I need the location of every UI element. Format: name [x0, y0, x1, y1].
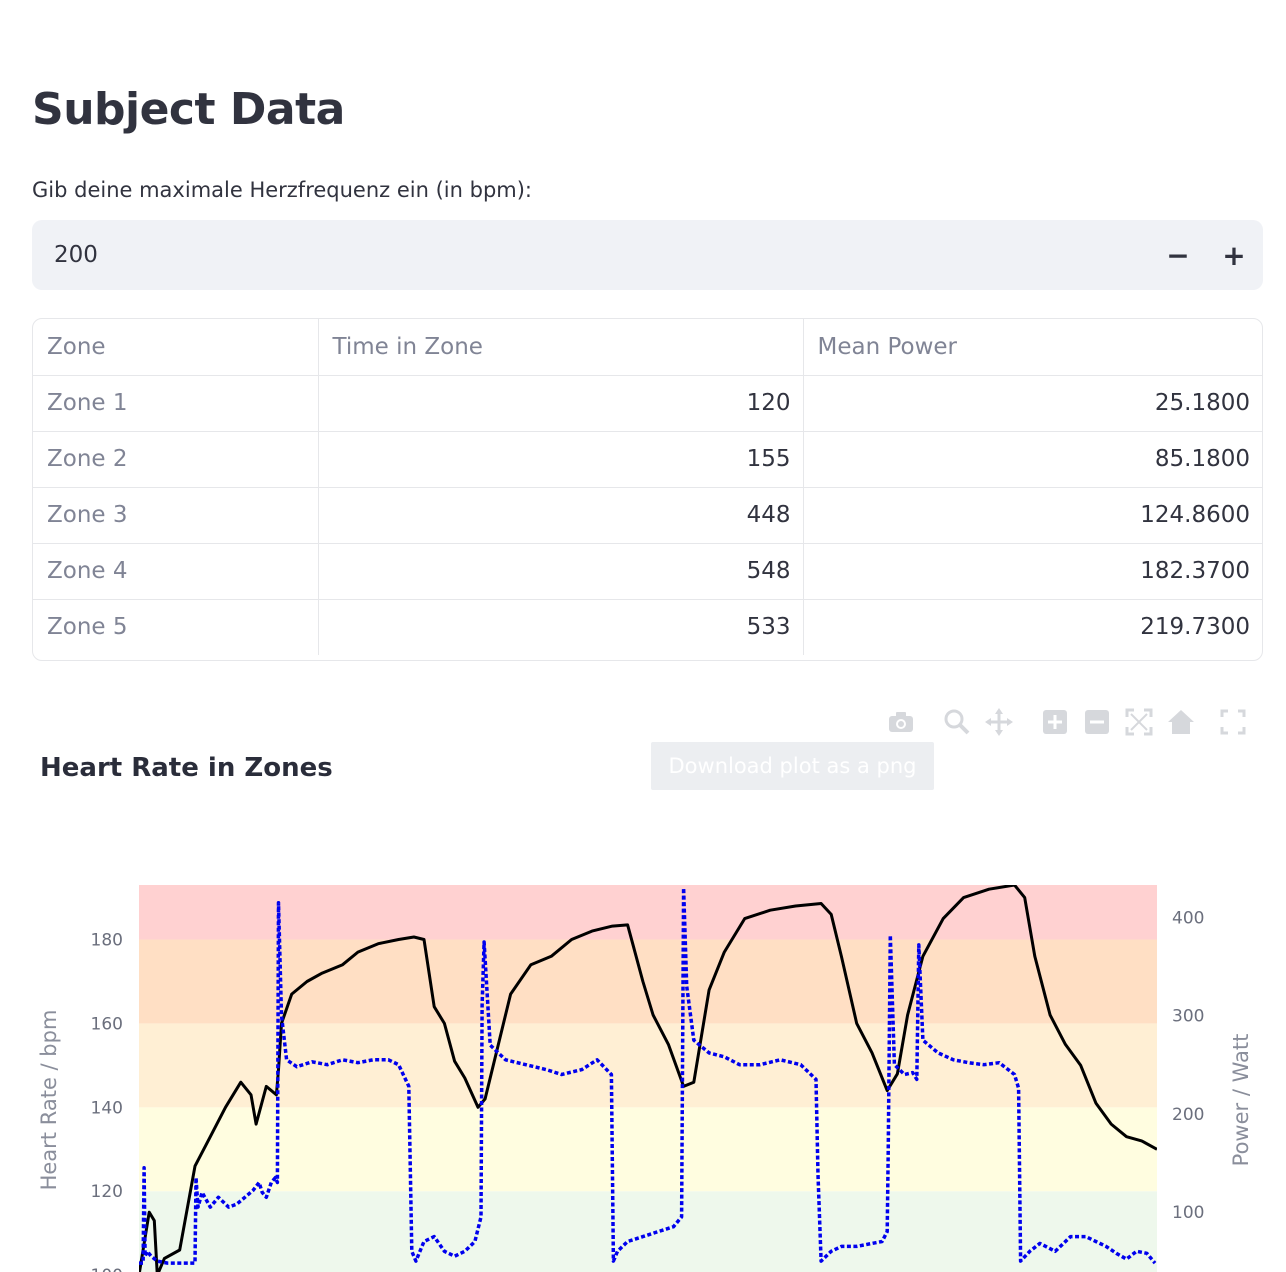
- y2-tick-label: 200: [1172, 1105, 1204, 1125]
- y-tick-label: 160: [91, 1014, 123, 1034]
- zone-band-2: [139, 1107, 1157, 1192]
- zone-band-1: [139, 1191, 1157, 1272]
- y2-tick-label: 100: [1172, 1203, 1204, 1223]
- zone-band-4: [139, 939, 1157, 1024]
- y2-tick-label: 400: [1172, 908, 1204, 928]
- y-tick-label: 140: [91, 1098, 123, 1118]
- y-tick-label: 120: [91, 1182, 123, 1202]
- y2-axis-title: Power / Watt: [1229, 1034, 1253, 1167]
- y2-tick-label: 300: [1172, 1007, 1204, 1027]
- y-tick-label: 180: [91, 931, 123, 951]
- y-tick-label: 100: [91, 1266, 123, 1272]
- heart-rate-chart[interactable]: 100 120 140 160 180 100 200 300 400 Heart Rate …: [0, 0, 1286, 1272]
- y-axis-title: Heart Rate / bpm: [37, 1010, 61, 1191]
- zone-band-5: [139, 885, 1157, 940]
